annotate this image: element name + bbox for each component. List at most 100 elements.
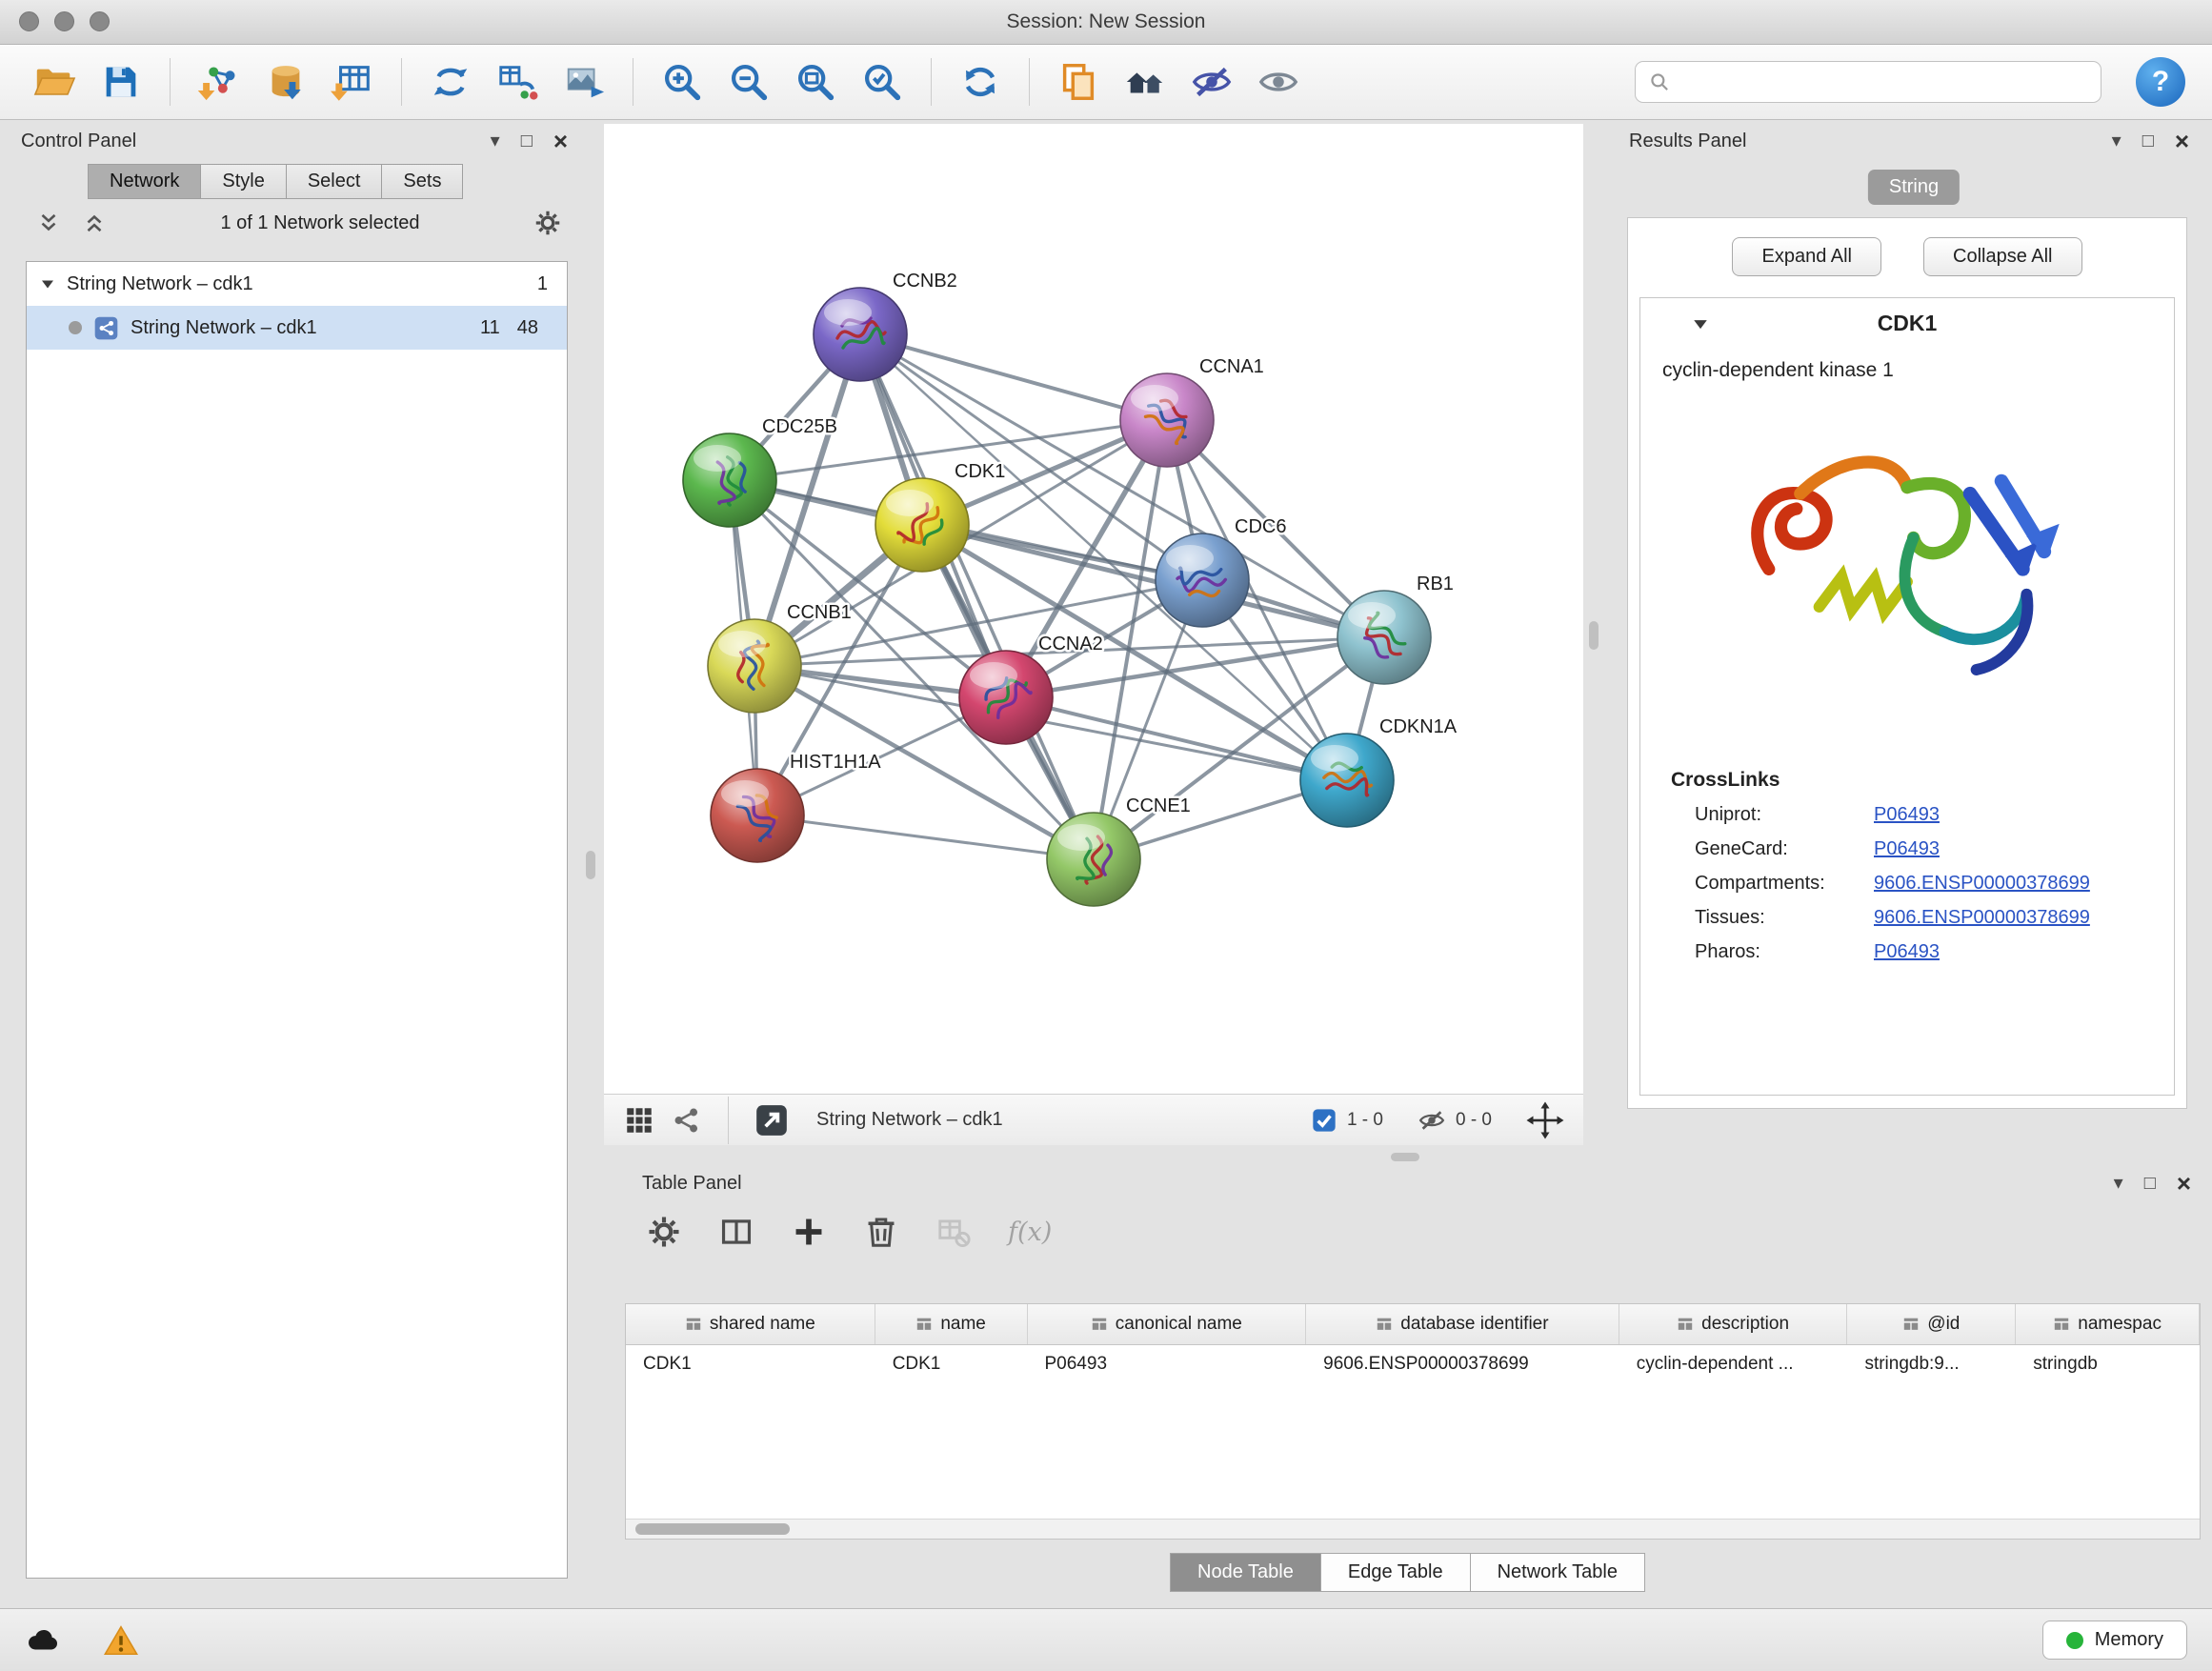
network-node-ccna1[interactable]	[1120, 373, 1214, 467]
network-graph[interactable]: CCNB2CCNA1CDC25BCDK1CDC6RB1CCNB1CCNA2CDK…	[604, 124, 1583, 1094]
network-node-cdkn1a[interactable]	[1300, 734, 1394, 827]
network-node-ccnb2[interactable]	[814, 288, 907, 381]
copy-document-button[interactable]	[1051, 54, 1106, 110]
table-cell[interactable]: P06493	[1028, 1354, 1307, 1375]
network-edge[interactable]	[757, 815, 1094, 859]
column-header[interactable]: @id	[1847, 1304, 2016, 1344]
export-image-button[interactable]	[556, 54, 612, 110]
open-session-button[interactable]	[27, 54, 82, 110]
expand-all-button[interactable]: Expand All	[1732, 237, 1881, 276]
column-header-label: namespac	[2078, 1314, 2162, 1335]
table-cell[interactable]: CDK1	[626, 1354, 875, 1375]
table-cell[interactable]: CDK1	[875, 1354, 1028, 1375]
control-panel-float-icon[interactable]: □	[521, 131, 533, 151]
control-panel-collapse-icon[interactable]: ▾	[491, 131, 500, 151]
column-header[interactable]: description	[1619, 1304, 1848, 1344]
results-panel-close-icon[interactable]: ×	[2175, 129, 2189, 153]
table-panel-close-icon[interactable]: ×	[2177, 1171, 2191, 1196]
memory-button[interactable]: Memory	[2042, 1621, 2187, 1660]
collapse-all-button[interactable]: Collapse All	[1923, 237, 2082, 276]
table-panel-collapse-icon[interactable]: ▾	[2114, 1174, 2123, 1193]
expand-all-networks-icon[interactable]	[36, 211, 61, 235]
selected-checkbox-icon[interactable]	[1311, 1107, 1337, 1134]
horizontal-splitter-handle[interactable]	[1391, 1153, 1419, 1161]
delete-column-trash-icon[interactable]	[863, 1214, 899, 1250]
zoom-in-button[interactable]	[654, 54, 710, 110]
table-cell[interactable]: stringdb	[2016, 1354, 2200, 1375]
tab-select[interactable]: Select	[286, 164, 383, 199]
network-node-cdc25b[interactable]	[683, 433, 776, 527]
column-header[interactable]: namespac	[2016, 1304, 2200, 1344]
node-label: CCNE1	[1126, 795, 1191, 816]
tab-network-table[interactable]: Network Table	[1470, 1553, 1645, 1592]
network-options-gear-icon[interactable]	[533, 209, 562, 237]
network-overview-icon[interactable]	[671, 1104, 703, 1137]
cloud-icon[interactable]	[25, 1622, 61, 1659]
tab-node-table[interactable]: Node Table	[1170, 1553, 1321, 1592]
network-edge[interactable]	[860, 334, 1094, 859]
left-splitter-handle[interactable]	[586, 851, 595, 879]
control-panel-close-icon[interactable]: ×	[553, 129, 568, 153]
right-splitter-handle[interactable]	[1589, 621, 1599, 650]
save-session-button[interactable]	[93, 54, 149, 110]
hide-selected-button[interactable]	[1184, 54, 1239, 110]
tab-network[interactable]: Network	[88, 164, 201, 199]
zoom-selected-button[interactable]	[855, 54, 910, 110]
column-header[interactable]: name	[875, 1304, 1028, 1344]
results-panel-float-icon[interactable]: □	[2142, 131, 2154, 151]
network-node-cdk1[interactable]	[875, 478, 969, 572]
show-all-button[interactable]	[1251, 54, 1306, 110]
add-column-plus-icon[interactable]	[791, 1214, 827, 1250]
network-canvas[interactable]: CCNB2CCNA1CDC25BCDK1CDC6RB1CCNB1CCNA2CDK…	[604, 124, 1583, 1094]
export-network-icon[interactable]	[754, 1102, 790, 1138]
import-network-from-file-button[interactable]	[191, 54, 247, 110]
network-node-hist1h1a[interactable]	[711, 769, 804, 862]
search-field[interactable]	[1635, 61, 2101, 103]
horizontal-scrollbar[interactable]	[626, 1519, 2200, 1539]
import-network-from-database-button[interactable]	[258, 54, 313, 110]
table-cell[interactable]: cyclin-dependent ...	[1619, 1354, 1848, 1375]
network-node-ccnb1[interactable]	[708, 619, 801, 713]
network-node-ccna2[interactable]	[959, 651, 1053, 744]
help-button[interactable]: ?	[2136, 57, 2185, 107]
network-row[interactable]: String Network – cdk1 11 48	[27, 306, 567, 350]
table-cell[interactable]: 9606.ENSP00000378699	[1306, 1354, 1619, 1375]
refresh-view-button[interactable]	[953, 54, 1008, 110]
tab-style[interactable]: Style	[200, 164, 286, 199]
zoom-out-button[interactable]	[721, 54, 776, 110]
scrollbar-thumb[interactable]	[635, 1523, 790, 1535]
table-cell[interactable]: stringdb:9...	[1847, 1354, 2016, 1375]
column-header[interactable]: canonical name	[1028, 1304, 1307, 1344]
network-node-ccne1[interactable]	[1047, 813, 1140, 906]
search-input[interactable]	[1679, 70, 2089, 93]
collapse-all-networks-icon[interactable]	[82, 211, 107, 235]
crosslink-value-link[interactable]: P06493	[1874, 941, 1940, 963]
network-collection-row[interactable]: String Network – cdk1 1	[27, 262, 567, 306]
zoom-fit-button[interactable]	[788, 54, 843, 110]
show-columns-icon[interactable]	[718, 1214, 754, 1250]
table-row[interactable]: CDK1CDK1P064939606.ENSP00000378699cyclin…	[626, 1345, 2200, 1383]
column-header[interactable]: database identifier	[1306, 1304, 1619, 1344]
tab-sets[interactable]: Sets	[381, 164, 463, 199]
caret-down-icon[interactable]	[40, 276, 55, 292]
clone-network-button[interactable]	[423, 54, 478, 110]
import-table-from-file-button[interactable]	[325, 54, 380, 110]
results-panel-collapse-icon[interactable]: ▾	[2112, 131, 2122, 151]
table-panel-float-icon[interactable]: □	[2144, 1174, 2156, 1193]
crosslink-value-link[interactable]: P06493	[1874, 838, 1940, 860]
table-options-gear-icon[interactable]	[646, 1214, 682, 1250]
column-header[interactable]: shared name	[626, 1304, 875, 1344]
crosslink-value-link[interactable]: P06493	[1874, 804, 1940, 826]
fit-content-crosshair-icon[interactable]	[1526, 1101, 1564, 1139]
network-node-cdc6[interactable]	[1156, 534, 1249, 627]
warning-icon[interactable]	[103, 1622, 139, 1659]
crosslink-value-link[interactable]: 9606.ENSP00000378699	[1874, 907, 2090, 929]
crosslink-value-link[interactable]: 9606.ENSP00000378699	[1874, 873, 2090, 895]
network-from-table-button[interactable]	[490, 54, 545, 110]
tab-edge-table[interactable]: Edge Table	[1320, 1553, 1471, 1592]
home-button[interactable]	[1117, 54, 1173, 110]
hidden-eye-slash-icon[interactable]	[1418, 1106, 1446, 1135]
network-node-rb1[interactable]	[1337, 591, 1431, 684]
grid-mode-icon[interactable]	[623, 1104, 655, 1137]
string-tab-badge[interactable]: String	[1868, 170, 1960, 205]
